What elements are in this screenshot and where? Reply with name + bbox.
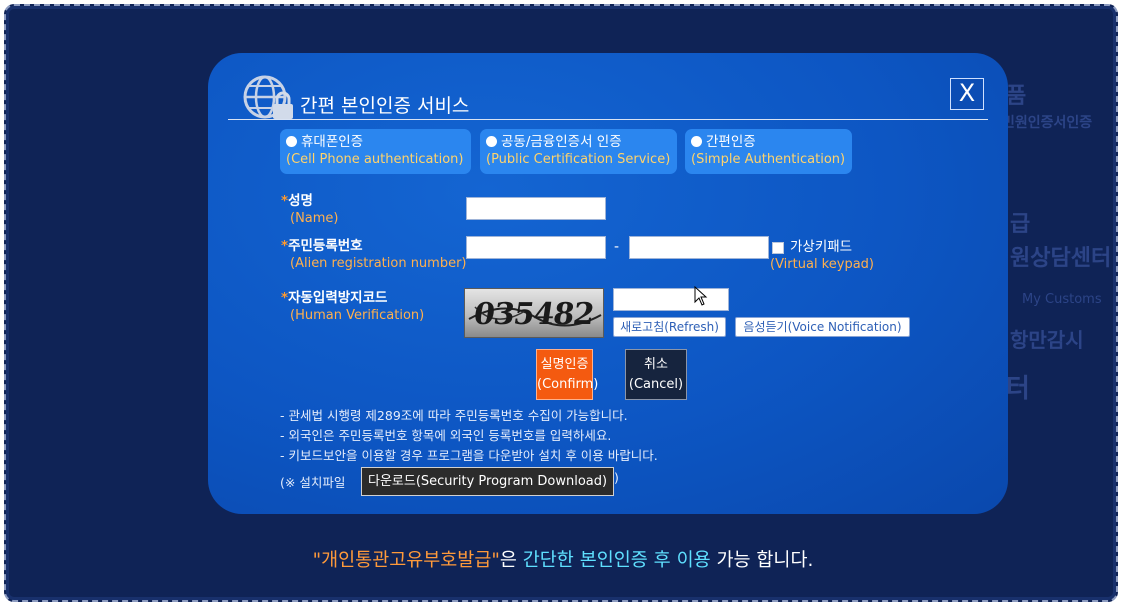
name-sublabel: (Name): [290, 211, 339, 226]
virtual-keypad-sublabel: (Virtual keypad): [770, 257, 874, 272]
alien-registration-label: *주민등록번호 (Alien registration number): [281, 237, 467, 273]
captcha-image: 035482: [464, 288, 604, 338]
footer-service-name: "개인통관고유부호발급": [312, 550, 500, 571]
cancel-sublabel: (Cancel): [628, 377, 684, 392]
install-file-note-end: ): [614, 470, 619, 485]
captcha-label: *자동입력방지코드 (Human Verification): [281, 289, 424, 325]
alien-registration-label-text: 주민등록번호: [288, 238, 363, 254]
alien-registration-sublabel: (Alien registration number): [290, 256, 467, 271]
radio-button[interactable]: [486, 136, 497, 147]
auth-modal: 간편 본인인증 서비스 X 휴대폰인증 (Cell Phone authenti…: [208, 53, 1008, 514]
title-divider: [228, 119, 988, 120]
background-text: 급: [1010, 212, 1031, 237]
radio-button[interactable]: [691, 136, 702, 147]
name-label-text: 성명: [288, 193, 313, 209]
refresh-button[interactable]: 새로고침(Refresh): [613, 317, 726, 337]
background-text: 품: [1006, 84, 1027, 109]
tab-cell-phone[interactable]: 휴대폰인증 (Cell Phone authentication): [280, 129, 471, 174]
background-text: 원상담센터: [1010, 246, 1112, 271]
footer-text: 은: [499, 550, 523, 571]
background-text: 터: [1006, 374, 1030, 404]
background-text: My Customs: [1022, 292, 1102, 307]
required-star: *: [281, 193, 289, 209]
tab-sublabel: (Cell Phone authentication): [286, 152, 464, 167]
tab-simple-authentication[interactable]: 간편인증 (Simple Authentication): [685, 129, 852, 174]
tab-sublabel: (Public Certification Service): [486, 152, 671, 167]
footer-text-end: 가능 합니다.: [710, 550, 814, 571]
cancel-button[interactable]: 취소 (Cancel): [625, 349, 687, 400]
install-file-note: (※ 설치파일: [280, 475, 346, 490]
close-button[interactable]: X: [950, 78, 984, 110]
notice-list: - 관세법 시행령 제289조에 따라 주민등록번호 수집이 가능합니다. - …: [280, 406, 658, 466]
virtual-keypad-text: 가상키패드: [790, 239, 853, 255]
name-input[interactable]: [466, 197, 606, 220]
tab-public-certification[interactable]: 공동/금융인증서 인증 (Public Certification Servic…: [480, 129, 677, 174]
background-text: 민원인증서인증: [1002, 115, 1093, 131]
background-text: 항만감시: [1010, 328, 1084, 352]
voice-notification-button[interactable]: 음성듣기(Voice Notification): [735, 317, 910, 337]
page-frame: 품 민원인증서인증 급 원상담센터 My Customs 항만감시 터 간편 본…: [4, 4, 1118, 602]
mouse-cursor-icon: [694, 286, 708, 306]
security-program-download-link[interactable]: 다운로드(Security Program Download): [361, 467, 615, 496]
required-star: *: [281, 238, 289, 254]
captcha-input[interactable]: [613, 288, 729, 311]
confirm-label: 실명인증: [540, 357, 589, 372]
tab-label: 공동/금융인증서 인증: [501, 134, 622, 150]
tab-label: 휴대폰인증: [301, 134, 364, 150]
required-star: *: [281, 290, 289, 306]
number-separator: -: [614, 239, 620, 255]
alien-number-first-input[interactable]: [466, 236, 606, 259]
footer-message: "개인통관고유부호발급"은 간단한 본인인증 후 이용 가능 합니다.: [6, 546, 1116, 572]
modal-title: 간편 본인인증 서비스: [300, 95, 470, 117]
tab-label: 간편인증: [706, 134, 756, 150]
alien-number-second-input[interactable]: [629, 236, 769, 259]
notice-item: - 외국인은 주민등록번호 항목에 외국인 등록번호를 입력하세요.: [280, 428, 612, 443]
cancel-label: 취소: [644, 357, 668, 372]
globe-lock-icon: [243, 75, 293, 119]
notice-item: - 키보드보안을 이용할 경우 프로그램을 다운받아 설치 후 이용 바랍니다.: [280, 448, 658, 463]
tab-sublabel: (Simple Authentication): [691, 152, 846, 167]
virtual-keypad-label: 가상키패드 (Virtual keypad): [770, 238, 874, 274]
virtual-keypad-checkbox[interactable]: [772, 242, 784, 254]
confirm-sublabel: (Confirm): [537, 377, 599, 392]
footer-highlight: 간단한 본인인증 후 이용: [522, 550, 711, 571]
notice-item: - 관세법 시행령 제289조에 따라 주민등록번호 수집이 가능합니다.: [280, 408, 628, 423]
captcha-code: 035482: [471, 297, 596, 332]
captcha-sublabel: (Human Verification): [290, 308, 425, 323]
confirm-button[interactable]: 실명인증 (Confirm): [536, 349, 599, 400]
captcha-label-text: 자동입력방지코드: [288, 290, 388, 306]
radio-button[interactable]: [286, 136, 297, 147]
name-label: *성명 (Name): [281, 192, 339, 228]
